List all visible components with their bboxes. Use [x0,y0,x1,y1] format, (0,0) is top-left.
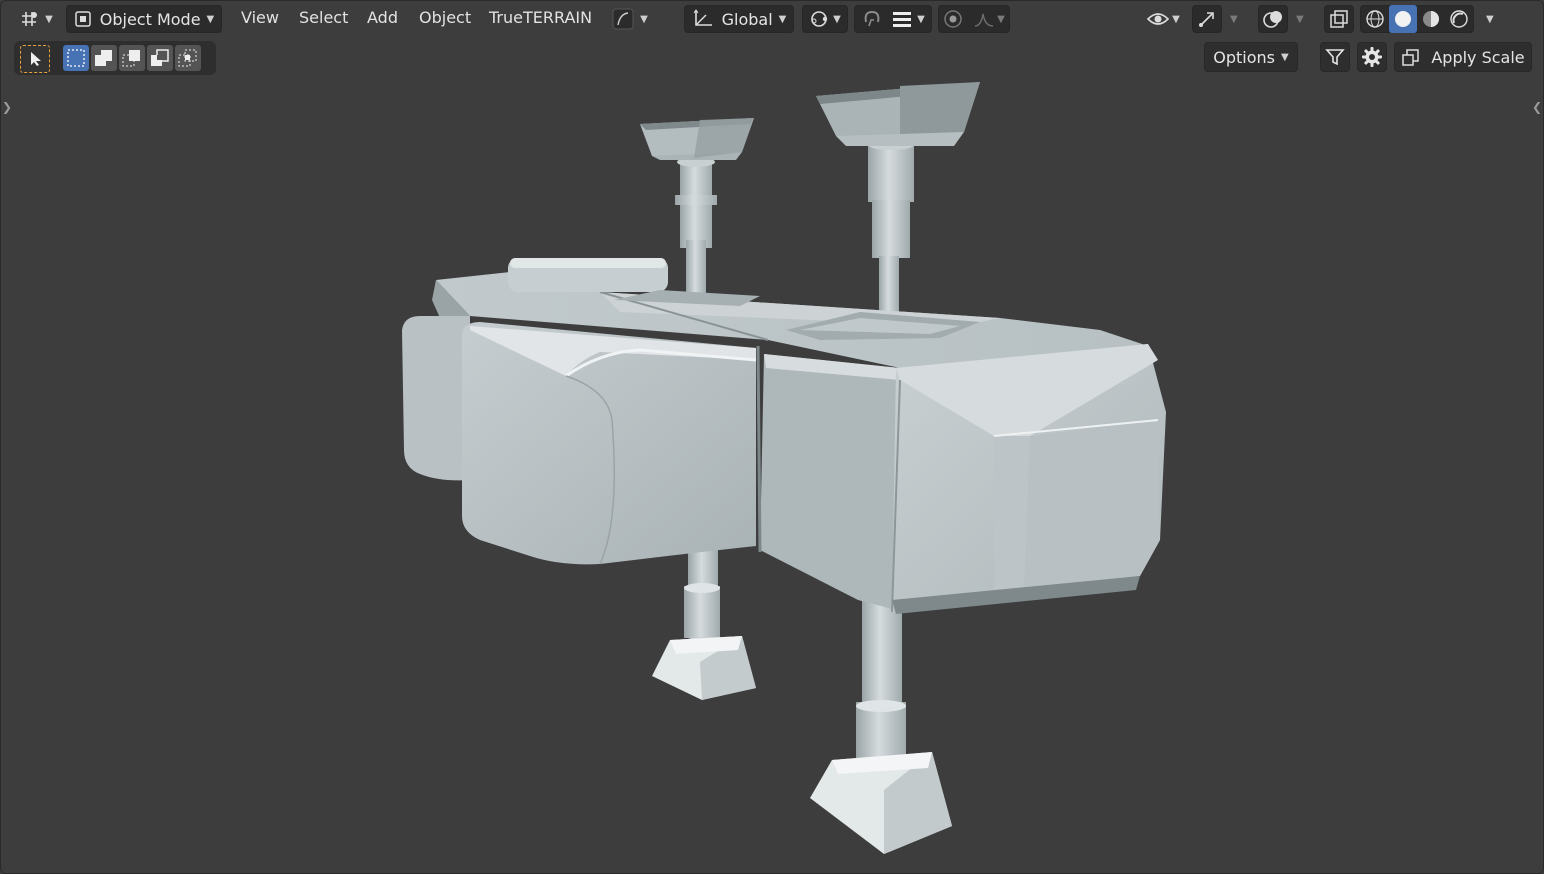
chevron-down-icon: ▼ [206,13,215,25]
object-mode-icon [74,10,92,28]
toolbar-expand-arrow-icon[interactable]: ❯ [2,100,12,114]
curve-tool-dropdown[interactable]: ▼ [606,5,654,33]
chevron-down-icon: ▼ [778,13,787,25]
settings-button[interactable] [1357,42,1387,72]
orientation-axes-icon [692,9,714,29]
snap-increment-icon[interactable] [891,10,913,28]
gear-icon [1361,46,1383,68]
options-label: Options [1213,47,1276,67]
shading-solid-icon[interactable] [1389,5,1417,33]
proportional-edit-icon[interactable] [943,9,963,29]
intersect-selection-button[interactable] [175,45,201,71]
visibility-dropdown[interactable]: ▼ [1140,5,1186,33]
right-block-side [760,354,900,610]
chevron-down-icon: ▼ [833,13,841,25]
menu-select[interactable]: Select [299,8,348,27]
shading-material-icon[interactable] [1417,9,1445,29]
viewport-header: ▼ Object Mode ▼ View Select Add Object T… [0,0,1544,38]
chevron-down-icon: ▼ [640,13,648,25]
filter-icon [1325,47,1345,67]
mode-label: Object Mode [99,9,201,29]
subtract-selection-icon [122,48,142,68]
lower-right-pole [862,600,902,710]
shading-mode-group [1360,5,1474,33]
left-block-front [462,322,756,565]
extend-selection-button[interactable] [91,45,117,71]
overlay-toggle[interactable] [1258,5,1288,33]
3d-viewport-icon [19,10,39,28]
chevron-down-icon[interactable]: ▼ [1486,14,1494,25]
mode-selector[interactable]: Object Mode ▼ [66,5,222,33]
left-block-outer [402,316,470,481]
chevron-down-icon: ▼ [45,13,53,25]
shading-rendered-icon[interactable] [1445,9,1473,29]
set-new-selection-icon [67,49,85,67]
invert-selection-button[interactable] [147,45,173,71]
3d-viewport[interactable]: ▼ Object Mode ▼ View Select Add Object T… [0,0,1544,874]
menu-view[interactable]: View [241,8,279,27]
visibility-icon [1146,9,1170,29]
menu-trueterrain[interactable]: TrueTERRAIN [489,8,592,27]
intersect-selection-icon [178,48,198,68]
gizmo-icon [1196,8,1218,30]
snap-icon[interactable] [861,8,883,30]
chevron-down-icon[interactable]: ▼ [1296,14,1304,25]
chevron-down-icon: ▼ [1172,13,1180,25]
invert-selection-icon [150,48,170,68]
menu-add[interactable]: Add [367,8,398,27]
apply-scale-icon [1401,47,1421,67]
orientation-label: Global [721,9,773,29]
sidebar-expand-arrow-icon[interactable]: ❮ [1532,100,1542,114]
select-box-tool-icon [29,51,43,67]
set-new-selection-button[interactable] [63,45,89,71]
falloff-icon[interactable] [973,10,995,28]
editor-type-button[interactable]: ▼ [14,5,58,33]
chevron-down-icon: ▼ [997,13,1005,25]
pivot-point-icon [809,8,831,30]
extend-selection-icon [94,48,114,68]
gizmo-toggle[interactable] [1192,5,1222,33]
snap-group: ▼ [854,5,932,33]
transform-orientation-dropdown[interactable]: Global ▼ [684,5,794,33]
shading-wireframe-icon[interactable] [1361,9,1389,29]
xray-icon [1329,9,1349,29]
chevron-down-icon[interactable]: ▼ [1230,14,1238,25]
proportional-edit-group: ▼ [938,5,1010,33]
3d-model-mesh[interactable] [0,0,1544,874]
subtract-selection-button[interactable] [119,45,145,71]
chevron-down-icon: ▼ [917,13,925,25]
xray-toggle[interactable] [1324,5,1354,33]
upper-right-pole [868,142,914,202]
active-tool-button[interactable] [20,45,50,73]
apply-scale-button[interactable]: Apply Scale [1394,42,1532,72]
filter-button[interactable] [1320,42,1350,72]
curve-icon [612,8,634,30]
pivot-point-dropdown[interactable]: ▼ [802,5,848,33]
overlay-icon [1262,8,1284,30]
apply-scale-label: Apply Scale [1431,47,1525,67]
options-dropdown[interactable]: Options ▼ [1204,42,1298,72]
menu-object[interactable]: Object [419,8,471,27]
chevron-down-icon: ▼ [1281,51,1289,63]
